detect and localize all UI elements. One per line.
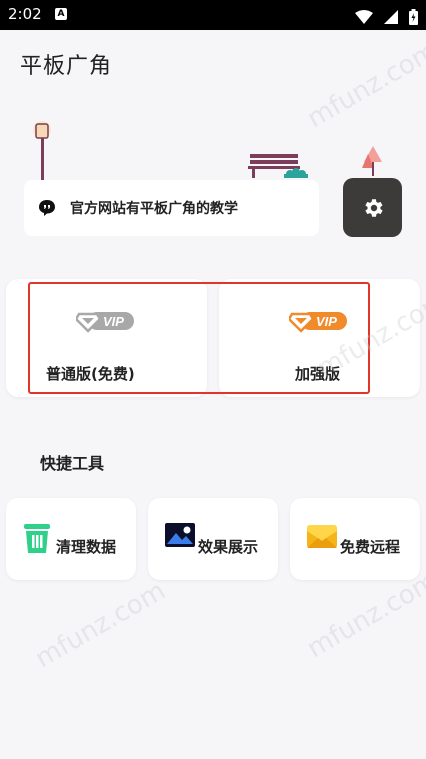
status-icons [349, 6, 418, 25]
status-bar: 2:02 A [0, 0, 426, 30]
tree-illustration [362, 146, 382, 176]
watermark: mfunz.com [30, 575, 171, 675]
clear-data-button[interactable]: 清理数据 [6, 498, 136, 580]
envelope-icon [307, 525, 337, 548]
version-selector: VIP 普通版(免费) VIP 加强版 [6, 279, 420, 397]
notification-app-icon: A [55, 8, 67, 20]
enhanced-version-card[interactable]: VIP 加强版 [219, 279, 420, 397]
wifi-icon [354, 9, 373, 24]
settings-button[interactable] [343, 178, 402, 237]
app-title: 平板广角 [20, 54, 113, 79]
notice-text: 官方网站有平板广角的教学 [70, 201, 238, 217]
bush-illustration [284, 168, 308, 178]
street-lamp-illustration [33, 121, 51, 184]
image-icon [165, 523, 195, 547]
quick-tools-title: 快捷工具 [40, 454, 105, 473]
signal-icon [383, 9, 398, 24]
vip-gray-text: VIP [103, 314, 124, 329]
battery-icon [409, 8, 418, 25]
standard-version-label: 普通版(免费) [46, 365, 135, 383]
vip-gold-text: VIP [316, 314, 337, 329]
vip-gray-badge-icon: VIP [76, 312, 134, 333]
free-remote-label: 免费远程 [340, 538, 401, 556]
standard-version-card[interactable]: VIP 普通版(免费) [6, 279, 207, 397]
effect-demo-button[interactable]: 效果展示 [148, 498, 278, 580]
trash-icon [24, 524, 50, 553]
free-remote-button[interactable]: 免费远程 [290, 498, 420, 580]
effect-demo-label: 效果展示 [198, 538, 259, 556]
notice-banner[interactable]: 官方网站有平板广角的教学 [24, 180, 319, 236]
status-time: 2:02 [8, 5, 42, 23]
vip-gold-badge-icon: VIP [289, 312, 347, 333]
clear-data-label: 清理数据 [56, 538, 117, 556]
enhanced-version-label: 加强版 [295, 365, 341, 383]
chat-bubble-icon [39, 200, 55, 216]
watermark: mfunz.com [302, 565, 426, 665]
gear-icon [364, 198, 383, 217]
